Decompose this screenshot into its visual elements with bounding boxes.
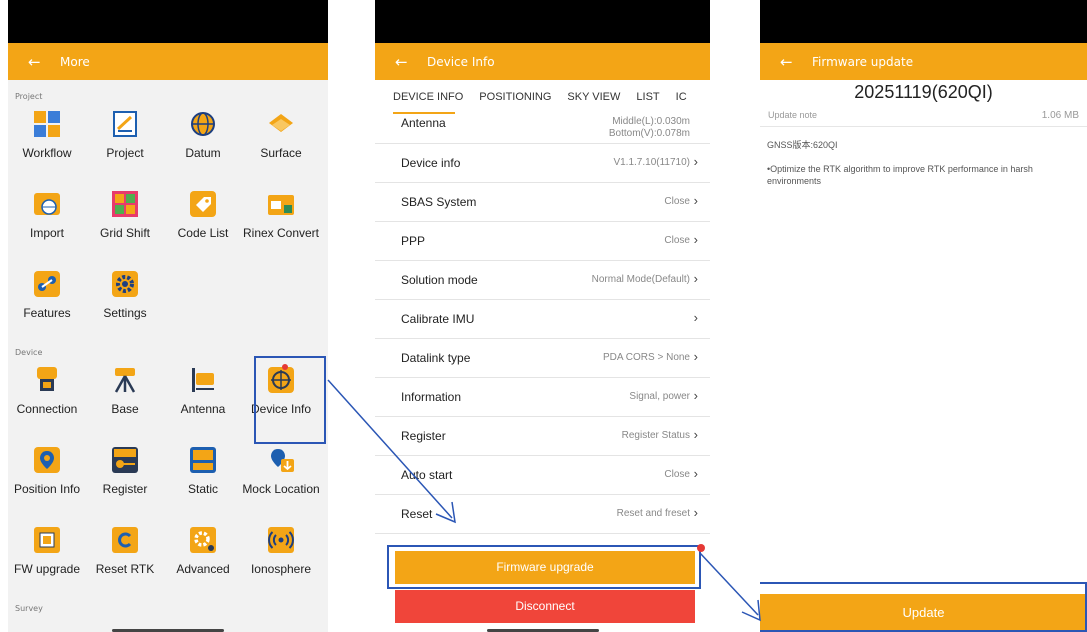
notification-dot	[697, 544, 705, 552]
tile-workflow[interactable]: Workflow	[8, 111, 86, 161]
tab-list[interactable]: LIST	[636, 91, 659, 103]
disconnect-button[interactable]: Disconnect	[395, 590, 695, 623]
chevron-right-icon: ›	[693, 349, 698, 364]
tile-antenna[interactable]: Antenna	[164, 367, 242, 417]
tile-datum[interactable]: Datum	[164, 111, 242, 161]
tile-mock-location[interactable]: Mock Location	[242, 447, 320, 497]
chevron-right-icon: ›	[693, 193, 698, 208]
tile-fw-upgrade[interactable]: FW upgrade	[8, 527, 86, 577]
firmware-upgrade-highlight	[387, 545, 701, 589]
tile-surface[interactable]: Surface	[242, 111, 320, 161]
status-bar	[760, 0, 1087, 43]
row-antenna[interactable]: Antenna Middle(L):0.030m Bottom(V):0.078…	[375, 114, 710, 144]
firmware-update-screen: ← Firmware update 20251119(620QI) Update…	[760, 0, 1087, 632]
update-description: •Optimize the RTK algorithm to improve R…	[767, 164, 1033, 186]
firmware-version: 20251119(620QI)	[854, 82, 993, 102]
more-title: More	[60, 54, 90, 69]
tag-icon	[190, 191, 216, 217]
tile-base[interactable]: Base	[86, 367, 164, 417]
receiver-icon	[34, 367, 60, 393]
row-calibrate-imu[interactable]: Calibrate IMU ›	[375, 300, 710, 339]
back-arrow-icon[interactable]: ←	[28, 53, 44, 71]
base-icon	[112, 367, 138, 393]
section-project-label: Project	[15, 92, 43, 101]
row-ppp[interactable]: PPP Close ›	[375, 222, 710, 261]
tile-static[interactable]: Static	[164, 447, 242, 497]
tile-import[interactable]: Import	[8, 191, 86, 241]
update-note-label: Update note	[768, 110, 818, 120]
row-device-info[interactable]: Device info V1.1.7.10(11710) ›	[375, 144, 710, 183]
location-pin-icon	[34, 447, 60, 473]
mock-location-icon	[268, 447, 294, 473]
gear-icon	[112, 271, 138, 297]
grid-shift-icon	[112, 191, 138, 217]
row-sbas-system[interactable]: SBAS System Close ›	[375, 183, 710, 222]
device-info-title: Device Info	[427, 54, 495, 69]
back-arrow-icon[interactable]: ←	[780, 53, 796, 71]
project-icon	[112, 111, 138, 137]
globe-icon	[190, 111, 216, 137]
row-datalink-type[interactable]: Datalink type PDA CORS > None ›	[375, 339, 710, 378]
tile-features[interactable]: Features	[8, 271, 86, 321]
device-info-highlight	[254, 356, 326, 444]
back-arrow-icon[interactable]: ←	[395, 53, 411, 71]
chevron-right-icon: ›	[693, 271, 698, 286]
file-size: 1.06 MB	[1041, 110, 1079, 121]
chevron-right-icon: ›	[693, 154, 698, 169]
import-icon	[34, 191, 60, 217]
more-app-bar: ← More	[8, 43, 328, 80]
tile-rinex-convert[interactable]: Rinex Convert	[242, 191, 320, 241]
tab-device-info[interactable]: DEVICE INFO	[393, 91, 463, 103]
antenna-icon	[190, 367, 216, 393]
tile-grid-shift[interactable]: Grid Shift	[86, 191, 164, 241]
firmware-title: Firmware update	[812, 54, 914, 69]
section-device-label: Device	[15, 348, 43, 357]
row-reset[interactable]: Reset Reset and freset ›	[375, 495, 710, 534]
chevron-right-icon: ›	[693, 232, 698, 247]
tile-reset-rtk[interactable]: Reset RTK	[86, 527, 164, 577]
divider	[760, 126, 1087, 127]
gnss-version-note: GNSS版本:620QI	[767, 140, 838, 150]
update-button-highlight	[760, 582, 1087, 632]
chevron-right-icon: ›	[693, 310, 698, 325]
device-info-screen: ← Device Info DEVICE INFO POSITIONING SK…	[375, 0, 710, 632]
row-information[interactable]: Information Signal, power ›	[375, 378, 710, 417]
row-solution-mode[interactable]: Solution mode Normal Mode(Default) ›	[375, 261, 710, 300]
tab-sky-view[interactable]: SKY VIEW	[567, 91, 620, 103]
tile-connection[interactable]: Connection	[8, 367, 86, 417]
row-auto-start[interactable]: Auto start Close ›	[375, 456, 710, 495]
rinex-icon	[268, 191, 294, 217]
row-register[interactable]: Register Register Status ›	[375, 417, 710, 456]
tab-bar: DEVICE INFO POSITIONING SKY VIEW LIST IC	[375, 80, 710, 114]
more-screen: ← More Project Workflow Project Datum Su…	[8, 0, 328, 632]
status-bar	[8, 0, 328, 43]
workflow-icon	[34, 111, 60, 137]
advanced-gear-icon	[190, 527, 216, 553]
tab-positioning[interactable]: POSITIONING	[479, 91, 551, 103]
tile-advanced[interactable]: Advanced	[164, 527, 242, 577]
firmware-app-bar: ← Firmware update	[760, 43, 1087, 80]
chevron-right-icon: ›	[693, 466, 698, 481]
section-survey-label: Survey	[15, 604, 43, 613]
chevron-right-icon: ›	[693, 388, 698, 403]
key-icon	[112, 447, 138, 473]
chevron-right-icon: ›	[693, 505, 698, 520]
tile-register[interactable]: Register	[86, 447, 164, 497]
chevron-right-icon: ›	[693, 427, 698, 442]
static-icon	[190, 447, 216, 473]
tile-ionosphere[interactable]: Ionosphere	[242, 527, 320, 577]
features-icon	[34, 271, 60, 297]
status-bar	[375, 0, 710, 43]
tile-settings[interactable]: Settings	[86, 271, 164, 321]
device-info-app-bar: ← Device Info	[375, 43, 710, 80]
reset-icon	[112, 527, 138, 553]
tab-ic[interactable]: IC	[676, 91, 687, 103]
signal-icon	[268, 527, 294, 553]
tile-code-list[interactable]: Code List	[164, 191, 242, 241]
surface-icon	[268, 111, 294, 137]
tile-project[interactable]: Project	[86, 111, 164, 161]
tile-position-info[interactable]: Position Info	[8, 447, 86, 497]
chip-icon	[34, 527, 60, 553]
